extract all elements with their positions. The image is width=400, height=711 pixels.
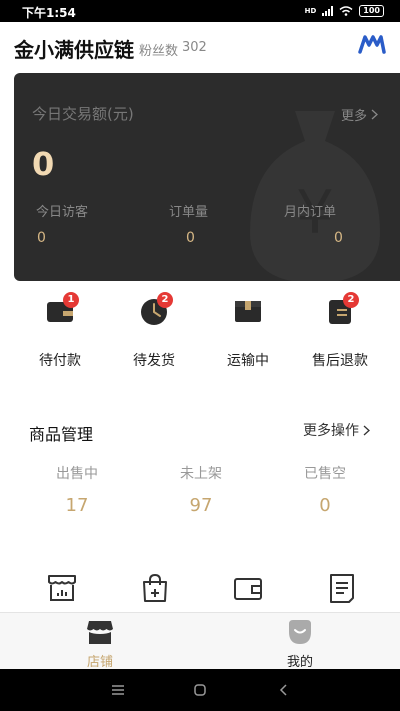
store-icon — [87, 621, 113, 644]
bottom-tab-bar: 店铺 我的 — [0, 612, 400, 670]
tab-label-store: 店铺 — [86, 655, 113, 670]
order-label-in-transit: 运输中 — [227, 353, 269, 369]
stat-value-visitors: 0 — [37, 230, 46, 246]
badge-after-sales-refund: 2 — [343, 292, 359, 308]
battery-icon: 100 — [359, 5, 384, 17]
status-time: 下午1:54 — [22, 6, 76, 20]
order-label-pending-shipment: 待发货 — [133, 353, 175, 369]
document-icon[interactable] — [326, 572, 358, 604]
order-after-sales-refund[interactable]: 2 售后退款 — [300, 292, 380, 372]
signal-icon — [322, 6, 334, 16]
network-label: HD — [304, 7, 317, 15]
badge-pending-shipment: 2 — [157, 292, 173, 308]
dashboard-title: 今日交易额(元) — [32, 105, 134, 123]
stat-label-visitors: 今日访客 — [36, 205, 89, 220]
tab-store[interactable]: 店铺 — [50, 619, 150, 670]
more-operations-link[interactable]: 更多操作 — [303, 420, 370, 440]
product-value-sold-out[interactable]: 0 — [285, 495, 365, 516]
product-value-not-listed[interactable]: 97 — [161, 495, 241, 516]
chevron-right-icon — [371, 109, 378, 120]
product-label-on-sale[interactable]: 出售中 — [37, 463, 117, 483]
shop-name: 金小满供应链 — [14, 38, 134, 62]
profile-icon — [289, 620, 311, 644]
stat-value-monthly-orders: 0 — [334, 230, 343, 246]
fans-count: 粉丝数 302 — [139, 40, 207, 59]
order-in-transit[interactable]: 运输中 — [208, 292, 288, 372]
stat-label-orders: 订单量 — [169, 205, 209, 220]
status-icons: HD 100 — [305, 4, 384, 18]
badge-pending-payment: 1 — [63, 292, 79, 308]
product-value-on-sale[interactable]: 17 — [37, 495, 117, 516]
dashboard-more-link[interactable]: 更多 — [341, 105, 378, 124]
wallet-icon[interactable] — [232, 572, 264, 604]
shopping-bag-add-icon[interactable] — [139, 572, 171, 604]
product-management-title: 商品管理 — [29, 425, 94, 444]
system-nav-bar — [0, 669, 400, 711]
tab-profile[interactable]: 我的 — [250, 619, 350, 670]
fans-label: 粉丝数 — [139, 44, 179, 59]
more-ops-label: 更多操作 — [303, 423, 359, 439]
tab-label-profile: 我的 — [286, 655, 313, 670]
product-label-sold-out[interactable]: 已售空 — [285, 463, 365, 483]
wifi-icon — [339, 6, 353, 16]
today-amount: 0 — [32, 145, 55, 183]
order-label-pending-payment: 待付款 — [39, 353, 81, 369]
chevron-right-icon — [363, 425, 370, 435]
stat-value-orders: 0 — [186, 230, 195, 246]
order-label-after-sales-refund: 售后退款 — [312, 353, 368, 369]
order-pending-payment[interactable]: 1 待付款 — [20, 292, 100, 372]
m-logo-icon[interactable] — [358, 33, 386, 55]
back-icon[interactable] — [274, 681, 294, 699]
product-label-not-listed[interactable]: 未上架 — [161, 463, 241, 483]
package-icon — [235, 301, 261, 322]
stat-label-monthly-orders: 月内订单 — [284, 205, 337, 220]
home-icon[interactable] — [190, 681, 210, 699]
header: 金小满供应链 粉丝数 302 — [0, 22, 400, 72]
more-label: 更多 — [340, 109, 367, 124]
fans-value: 302 — [182, 40, 207, 55]
menu-icon[interactable] — [108, 681, 128, 699]
store-stats-icon[interactable] — [46, 572, 78, 604]
status-bar: 下午1:54 HD 100 — [0, 0, 400, 22]
order-pending-shipment[interactable]: 2 待发货 — [114, 292, 194, 372]
dashboard-card: ¥ 今日交易额(元) 更多 0 今日访客 订单量 月内订单 0 0 0 — [14, 73, 400, 281]
